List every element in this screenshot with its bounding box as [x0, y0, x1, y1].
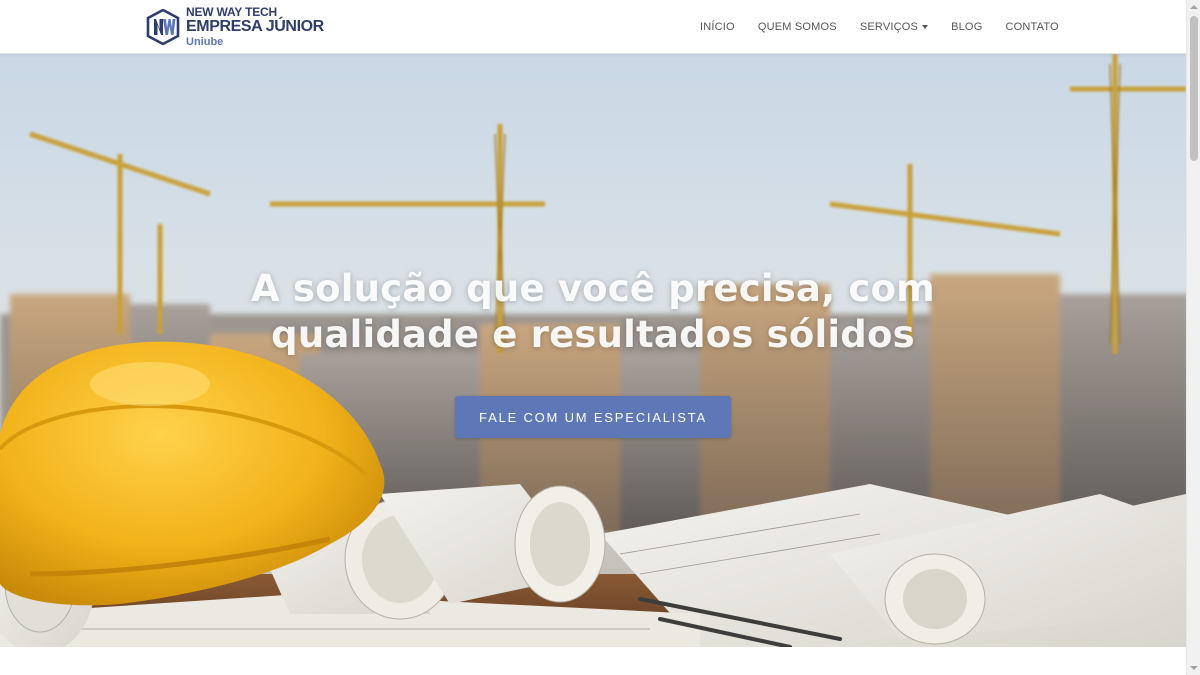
- below-hero-section: [0, 647, 1186, 675]
- logo-line-company: NEW WAY TECH: [186, 5, 277, 19]
- nav-link-blog[interactable]: BLOG: [951, 21, 982, 33]
- logo-line-type: EMPRESA JÚNIOR: [186, 18, 324, 35]
- nav-link-contato[interactable]: CONTATO: [1005, 21, 1058, 33]
- nav-label-servicos: SERVIÇOS: [859, 21, 919, 33]
- hero-headline-line-1: A solução que você precisa, com: [251, 267, 935, 310]
- page-scrollbar[interactable]: [1186, 0, 1200, 675]
- nav-link-inicio[interactable]: INÍCIO: [700, 21, 735, 33]
- talk-to-specialist-button[interactable]: FALE COM UM ESPECIALISTA: [455, 396, 731, 438]
- hero-headline: A solução que você precisa, com qualidad…: [0, 266, 1186, 358]
- hero-banner: A solução que você precisa, com qualidad…: [0, 54, 1186, 647]
- nav-link-quem-somos[interactable]: QUEM SOMOS: [758, 21, 837, 33]
- logo-emblem-icon: [146, 9, 180, 45]
- brand-logo[interactable]: NEW WAY TECH EMPRESA JÚNIOR Uniube: [146, 6, 324, 48]
- scrollbar-thumb[interactable]: [1190, 16, 1198, 161]
- hero-headline-line-2: qualidade e resultados sólidos: [271, 313, 915, 356]
- nav-label-contato: CONTATO: [1005, 21, 1059, 33]
- logo-wordmark: NEW WAY TECH EMPRESA JÚNIOR Uniube: [186, 6, 324, 48]
- caret-down-icon: [922, 25, 929, 29]
- nav-label-quem-somos: QUEM SOMOS: [757, 21, 837, 33]
- nav-label-blog: BLOG: [951, 21, 983, 33]
- nav-link-servicos[interactable]: SERVIÇOS: [859, 21, 929, 33]
- scroll-up-arrow-icon[interactable]: [1187, 0, 1200, 14]
- main-nav: INÍCIO QUEM SOMOS SERVIÇOS BLOG CONTATO: [700, 0, 1059, 54]
- logo-line-university: Uniube: [186, 36, 224, 48]
- scroll-down-arrow-icon[interactable]: [1187, 661, 1200, 675]
- nav-label-inicio: INÍCIO: [700, 21, 735, 33]
- top-navbar: NEW WAY TECH EMPRESA JÚNIOR Uniube INÍCI…: [0, 0, 1186, 54]
